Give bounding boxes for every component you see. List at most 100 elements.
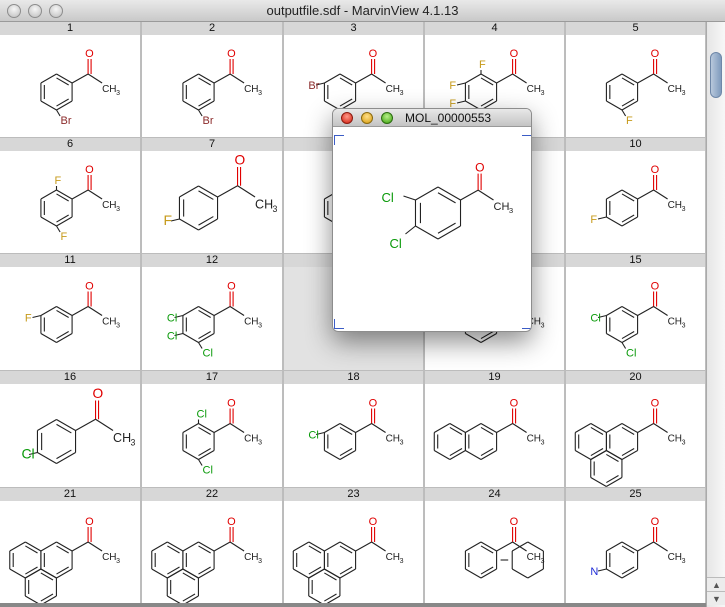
- bond: [213, 306, 231, 316]
- bond: [56, 193, 69, 202]
- atom-label: O: [85, 516, 94, 528]
- molecule-cell[interactable]: 20 O CH 3: [566, 371, 706, 487]
- bond: [198, 100, 215, 111]
- molecule-cell[interactable]: 19 O CH 3: [425, 371, 565, 487]
- bond: [480, 541, 497, 552]
- popup-zoom-button[interactable]: [381, 112, 393, 124]
- bond: [465, 423, 482, 433]
- molecule-cell[interactable]: 17 O CH 3 Cl Cl: [142, 371, 283, 487]
- molecule-cell[interactable]: 7 O CH 3 F: [142, 138, 283, 253]
- bond: [71, 541, 89, 552]
- atom-label: CH: [527, 434, 541, 445]
- atom-label: 3: [509, 206, 513, 215]
- cell-number: 11: [0, 254, 140, 267]
- bond: [40, 100, 57, 111]
- molecule-cell[interactable]: 10 O CH 3 F: [566, 138, 706, 253]
- bond: [339, 73, 356, 84]
- scroll-thumb[interactable]: [710, 52, 722, 98]
- bond: [308, 568, 325, 579]
- bond: [621, 333, 638, 343]
- bond: [198, 306, 215, 316]
- molecule-cell[interactable]: 18 O CH 3 Cl: [284, 371, 424, 487]
- bond: [465, 541, 482, 552]
- bond: [71, 73, 89, 84]
- bond: [198, 185, 218, 198]
- bond: [87, 73, 103, 84]
- atom-label: O: [369, 48, 378, 60]
- atom-label: O: [227, 281, 236, 293]
- molecule-cell[interactable]: 24 O CH 3: [425, 488, 565, 607]
- molecule-cell[interactable]: 25 O CH 3 N: [566, 488, 706, 607]
- bond: [56, 100, 73, 111]
- atom-label: Br: [308, 80, 319, 92]
- bond: [371, 541, 386, 552]
- molecule-cell[interactable]: 22 O CH 3: [142, 488, 283, 607]
- bond: [456, 82, 466, 86]
- atom-label: F: [479, 59, 486, 71]
- bond: [437, 225, 461, 240]
- molecule-drawing: O CH 3 Cl: [308, 398, 404, 460]
- popup-close-button[interactable]: [341, 112, 353, 124]
- bond: [151, 541, 168, 552]
- bond: [621, 73, 638, 84]
- bond: [480, 333, 497, 343]
- window-title: outputfile.sdf - MarvinView 4.1.13: [266, 3, 459, 18]
- bond: [56, 419, 76, 431]
- molecule-cell[interactable]: 5 O CH 3 F: [566, 22, 706, 137]
- popup-minimize-button[interactable]: [361, 112, 373, 124]
- bond: [198, 423, 215, 433]
- bond: [56, 309, 69, 318]
- atom-label: CH: [102, 317, 116, 328]
- cell-number: 6: [0, 138, 140, 151]
- molecule-cell[interactable]: 16 O CH 3 Cl: [0, 371, 141, 487]
- atom-label: Cl: [167, 331, 177, 343]
- bond: [606, 306, 623, 316]
- bond: [56, 545, 69, 554]
- bond: [182, 450, 199, 460]
- scroll-down-arrow[interactable]: ▼: [707, 591, 725, 605]
- bond: [339, 448, 353, 457]
- atom-label: F: [61, 231, 68, 243]
- molecule-drawing: O CH3: [9, 516, 120, 606]
- popup-title-bar[interactable]: MOL_00000553: [333, 109, 531, 127]
- molecule-cell[interactable]: 23 O CH 3: [284, 488, 424, 607]
- molecule-cell[interactable]: 11 O CH 3 F: [0, 254, 141, 370]
- cell-number: 19: [425, 371, 564, 384]
- molecule-cell[interactable]: 12 O CH 3 Cl Cl Cl: [142, 254, 283, 370]
- close-window-button[interactable]: [7, 4, 21, 18]
- bond: [56, 216, 73, 227]
- bond: [621, 541, 638, 552]
- vertical-scrollbar[interactable]: ▲ ▼: [706, 22, 725, 607]
- bond: [95, 418, 114, 431]
- bond: [371, 423, 386, 433]
- molecule-cell[interactable]: 6 O CH 3 F F: [0, 138, 141, 253]
- bond: [590, 426, 604, 435]
- atom-label: CH: [102, 552, 116, 563]
- bond: [355, 541, 372, 552]
- atom-label: 3: [273, 204, 278, 214]
- bond: [480, 423, 497, 433]
- atom-label: CH: [102, 200, 116, 211]
- zoom-window-button[interactable]: [49, 4, 63, 18]
- bond: [480, 77, 494, 86]
- bond: [606, 475, 619, 484]
- atom-label: O: [651, 281, 660, 293]
- atom-label: Br: [203, 115, 214, 127]
- bond: [653, 189, 668, 200]
- atom-label: O: [227, 48, 236, 60]
- molecule-cell[interactable]: 2 O CH 3 Br: [142, 22, 283, 137]
- atom-label: O: [651, 398, 660, 410]
- scroll-up-arrow[interactable]: ▲: [707, 577, 725, 591]
- molecule-cell[interactable]: 1 O CH 3 Br: [0, 22, 141, 137]
- atom-label: CH: [668, 200, 682, 211]
- molecule-cell[interactable]: 21 O CH 3: [0, 488, 141, 607]
- molecule-cell[interactable]: 15 O CH 3 Cl Cl: [566, 254, 706, 370]
- bond: [87, 306, 103, 316]
- molecule-popup-window[interactable]: MOL_00000553 O CH 3 Cl Cl: [332, 108, 532, 332]
- bond: [151, 568, 168, 579]
- minimize-window-button[interactable]: [28, 4, 42, 18]
- bond: [324, 593, 337, 602]
- bond: [324, 541, 341, 552]
- bond: [25, 566, 38, 575]
- molecule-drawing: O CH 3 Cl Cl: [182, 398, 262, 477]
